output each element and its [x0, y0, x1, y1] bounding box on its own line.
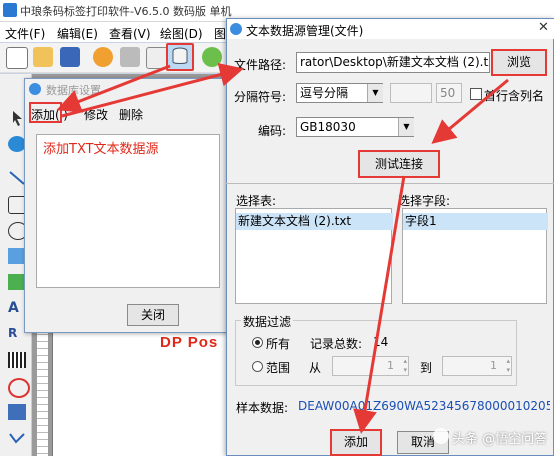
arrow-test-to-add — [353, 175, 406, 434]
annotation-arrows — [56, 62, 509, 434]
watermark-logo-icon — [433, 428, 449, 444]
arrow-browse-to-test — [431, 78, 509, 144]
arrow-add-to-dialog — [61, 62, 244, 118]
watermark: 头条 @悟空问答 — [452, 432, 548, 447]
